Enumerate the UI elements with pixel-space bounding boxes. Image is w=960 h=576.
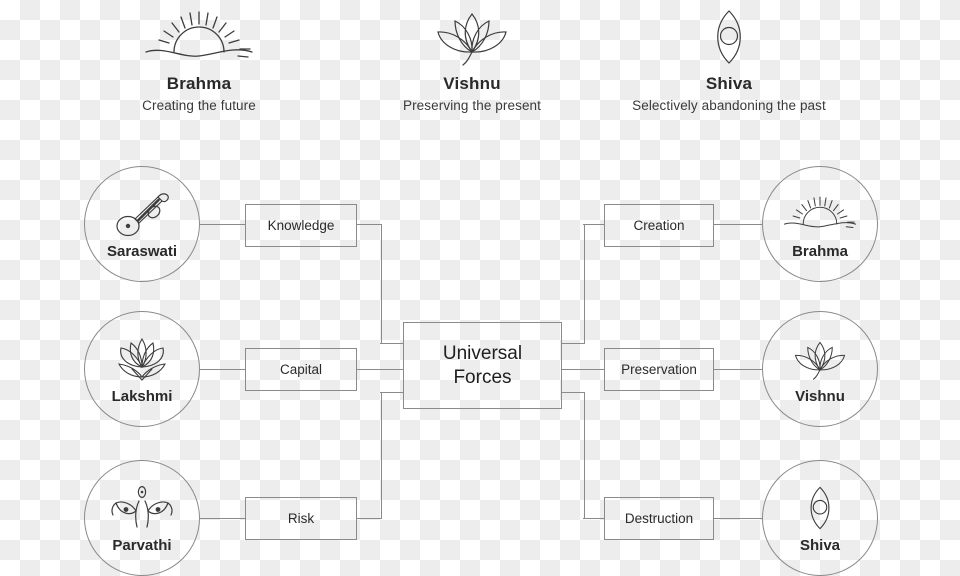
lotus-icon [112, 336, 172, 382]
box-capital[interactable]: Capital [245, 348, 357, 391]
connector-parvathi-risk [200, 518, 246, 520]
connector-capital-center [357, 369, 403, 371]
box-universal-forces[interactable]: Universal Forces [403, 322, 562, 409]
lotus-icon [789, 336, 851, 382]
connector-bus-creation [583, 224, 605, 226]
node-label: Parvathi [112, 536, 172, 554]
center-label-line1: Universal [442, 343, 523, 365]
node-brahma[interactable]: Brahma [762, 166, 878, 282]
box-label: Creation [633, 218, 685, 233]
node-saraswati[interactable]: Saraswati [84, 166, 200, 282]
legend-name: Brahma [166, 74, 232, 93]
box-label: Preservation [621, 362, 697, 377]
node-vishnu[interactable]: Vishnu [762, 311, 878, 427]
connector-preservation-vishnu [714, 369, 762, 371]
connector-bus-right-upper [583, 224, 585, 344]
node-label: Vishnu [795, 387, 845, 405]
box-label: Risk [287, 511, 315, 526]
node-label: Shiva [799, 536, 841, 554]
diagram-canvas: Brahma Creating the future Vishnu Preser… [0, 0, 960, 576]
box-creation[interactable]: Creation [604, 204, 714, 247]
third-eye-icon [801, 485, 839, 531]
node-lakshmi[interactable]: Lakshmi [84, 311, 200, 427]
legend-item-vishnu: Vishnu Preserving the present [332, 4, 612, 113]
connector-saraswati-knowledge [200, 224, 246, 226]
box-label: Knowledge [267, 218, 335, 233]
legend-subtitle: Creating the future [142, 98, 256, 113]
connector-risk-bus [357, 518, 382, 520]
box-label: Capital [279, 362, 323, 377]
connector-bus-left-lower [380, 392, 382, 519]
connector-bus-right-lower [583, 392, 585, 519]
connector-bus-center-lower [380, 392, 403, 394]
connector-bus-left-upper [380, 224, 382, 344]
connector-center-bus-lower [562, 392, 585, 394]
connector-center-bus-upper [562, 343, 585, 345]
box-knowledge[interactable]: Knowledge [245, 204, 357, 247]
connector-destruction-shiva [714, 518, 762, 520]
box-label: Destruction [624, 511, 694, 526]
connector-knowledge-bus [357, 224, 382, 226]
legend-subtitle: Selectively abandoning the past [632, 98, 826, 113]
node-label: Lakshmi [111, 387, 173, 405]
connector-bus-center-upper [380, 343, 403, 345]
legend-item-brahma: Brahma Creating the future [59, 4, 339, 113]
legend-name: Vishnu [443, 74, 501, 93]
legend-item-shiva: Shiva Selectively abandoning the past [589, 4, 869, 113]
node-parvathi[interactable]: Parvathi [84, 460, 200, 576]
third-eye-icon [589, 4, 869, 66]
connector-lakshmi-capital [200, 369, 246, 371]
box-preservation[interactable]: Preservation [604, 348, 714, 391]
node-label: Brahma [792, 242, 848, 260]
node-shiva[interactable]: Shiva [762, 460, 878, 576]
sunrise-icon [59, 4, 339, 66]
goddess-eyes-icon [109, 485, 175, 531]
sunrise-icon [783, 191, 857, 237]
connector-creation-brahma [714, 224, 762, 226]
center-label-line2: Forces [453, 366, 512, 388]
legend-subtitle: Preserving the present [402, 98, 542, 113]
connector-bus-destruction [583, 518, 605, 520]
veena-icon [114, 191, 170, 237]
box-risk[interactable]: Risk [245, 497, 357, 540]
node-label: Saraswati [106, 242, 178, 260]
connector-center-preservation [562, 369, 605, 371]
box-destruction[interactable]: Destruction [604, 497, 714, 540]
legend-name: Shiva [705, 74, 753, 93]
lotus-icon [332, 4, 612, 66]
